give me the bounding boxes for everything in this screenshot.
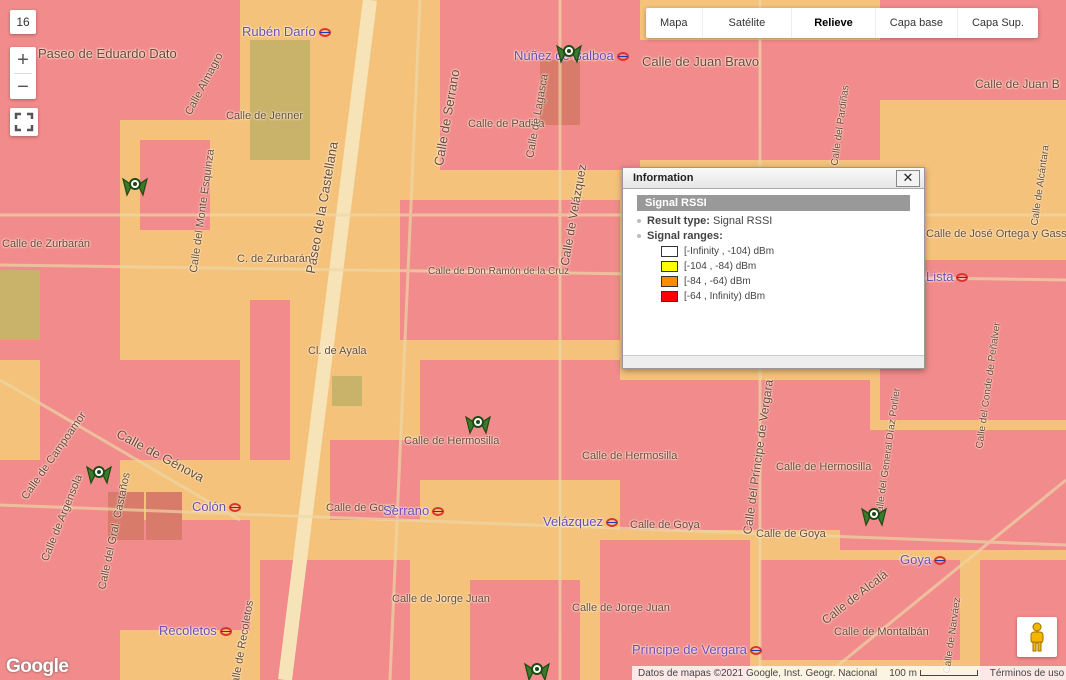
map-data-text: Datos de mapas ©2021 Google, Inst. Geogr…	[638, 667, 878, 679]
street-label: Paseo de Eduardo Dato	[38, 46, 177, 61]
zoom-control: + −	[10, 47, 36, 99]
street-label: Calle de Don Ramón de la Cruz	[428, 266, 570, 277]
street-label: Calle de José Ortega y Gasset	[926, 228, 1066, 240]
metro-icon	[956, 273, 969, 283]
street-label: Calle de Juan Bravo	[642, 54, 760, 69]
map-type-capa-base[interactable]: Capa base	[876, 8, 958, 38]
station-ruben-dario[interactable]: Rubén Darío	[242, 24, 331, 39]
map-type-satelite[interactable]: Satélite	[703, 8, 793, 38]
street-label: Calle de Goya	[630, 519, 700, 531]
map-type-mapa[interactable]: Mapa	[646, 8, 703, 38]
station-colon[interactable]: Colón	[192, 499, 241, 514]
street-label: C. de Zurbarán	[237, 253, 311, 265]
street-label: Calle de Goya	[756, 528, 826, 540]
metro-icon	[934, 556, 947, 566]
antenna-icon[interactable]	[461, 409, 495, 439]
map-type-relieve[interactable]: Relieve	[792, 8, 876, 38]
result-type-row: Result type: Signal RSSI	[637, 215, 910, 227]
signal-heading: Signal RSSI	[637, 195, 910, 211]
information-window-title: Information	[633, 172, 694, 184]
street-label: Calle de Juan B	[975, 77, 1060, 91]
result-type-value: Signal RSSI	[713, 215, 773, 227]
information-window-header: Information ✕	[623, 168, 924, 189]
bullet-icon	[637, 234, 641, 239]
range-item: [-84 , -64) dBm	[661, 276, 910, 287]
map-type-capa-sup[interactable]: Capa Sup.	[958, 8, 1038, 38]
attribution-bar: Datos de mapas ©2021 Google, Inst. Geogr…	[632, 666, 1066, 680]
street-label: Calle de Jenner	[226, 110, 304, 122]
pegman-icon	[1030, 622, 1044, 652]
antenna-icon[interactable]	[520, 656, 554, 680]
antenna-icon[interactable]	[118, 171, 152, 201]
map-type-selector: Mapa Satélite Relieve Capa base Capa Sup…	[646, 8, 1038, 38]
swatch	[661, 276, 678, 287]
metro-icon	[749, 646, 762, 656]
street-view-button[interactable]	[1017, 617, 1057, 657]
fullscreen-icon	[14, 112, 34, 132]
station-lista[interactable]: Lista	[926, 269, 969, 284]
street-label: Calle de Zurbarán	[2, 238, 91, 250]
range-item: [-64 , Infinity) dBm	[661, 291, 910, 302]
zoom-in-button[interactable]: +	[10, 47, 36, 73]
range-item: [-104 , -84) dBm	[661, 261, 910, 272]
metro-icon	[432, 507, 445, 517]
swatch	[661, 246, 678, 257]
street-label: Calle de Hermosilla	[582, 450, 678, 462]
antenna-icon[interactable]	[82, 459, 116, 489]
information-window: Information ✕ Signal RSSI Result type: S…	[622, 167, 925, 369]
station-goya[interactable]: Goya	[900, 552, 947, 567]
scale-bar: 100 m	[889, 668, 978, 679]
metro-icon	[318, 28, 331, 38]
close-button[interactable]: ✕	[896, 170, 920, 187]
zoom-out-button[interactable]: −	[10, 74, 36, 100]
scale-line	[919, 669, 978, 676]
station-recoletos[interactable]: Recoletos	[159, 623, 232, 638]
street-label: Calle de Jorge Juan	[572, 602, 670, 614]
street-label: Calle de Hermosilla	[776, 461, 872, 473]
range-item: [-Infinity , -104) dBm	[661, 246, 910, 257]
metro-icon	[616, 52, 629, 62]
fullscreen-button[interactable]	[10, 108, 38, 136]
metro-icon	[606, 518, 618, 528]
google-logo: Google	[6, 656, 69, 677]
resize-handle[interactable]	[623, 355, 924, 368]
station-velazquez[interactable]: Velázquez	[543, 514, 618, 529]
bullet-icon	[637, 219, 641, 224]
zoom-level-indicator: 16	[10, 10, 36, 34]
terms-link[interactable]: Términos de uso	[990, 668, 1064, 679]
antenna-icon[interactable]	[857, 501, 891, 531]
swatch	[661, 291, 678, 302]
street-label: Calle de Montalbán	[834, 626, 929, 638]
street-label: Calle de Jorge Juan	[392, 593, 490, 605]
antenna-icon[interactable]	[552, 38, 586, 68]
station-serrano[interactable]: Serrano	[383, 503, 445, 518]
metro-icon	[228, 503, 241, 513]
metro-icon	[219, 627, 232, 637]
station-principe-de-vergara[interactable]: Príncipe de Vergara	[632, 642, 762, 657]
street-label: Cl. de Ayala	[308, 345, 367, 357]
signal-ranges-row: Signal ranges:	[637, 230, 910, 242]
swatch	[661, 261, 678, 272]
